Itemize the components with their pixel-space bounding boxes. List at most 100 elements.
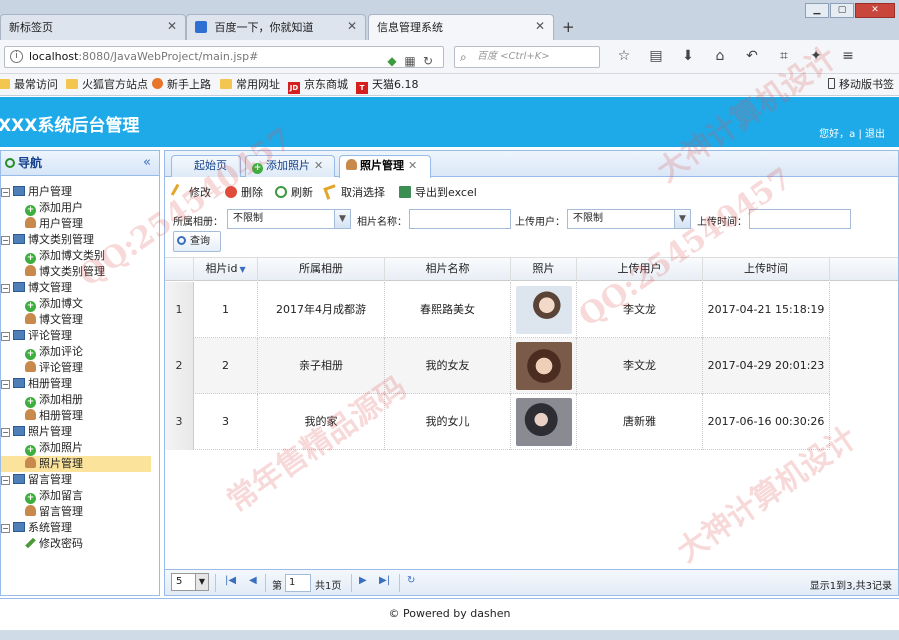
nav-group[interactable]: − 相册管理: [1, 376, 72, 392]
nav-item[interactable]: 留言管理: [23, 504, 89, 520]
bookmark-mobile[interactable]: 移动版书签: [828, 74, 894, 95]
edit-button[interactable]: 修改: [170, 183, 211, 202]
collapse-minus-icon[interactable]: −: [1, 284, 10, 293]
nav-item[interactable]: + 添加照片: [23, 440, 89, 456]
collapse-minus-icon[interactable]: −: [1, 476, 10, 485]
column-header-upload-time[interactable]: 上传时间: [703, 258, 830, 281]
collapse-minus-icon[interactable]: −: [1, 188, 10, 197]
nav-item[interactable]: + 添加相册: [23, 392, 89, 408]
nav-group[interactable]: − 博文类别管理: [1, 232, 94, 248]
close-icon[interactable]: ✕: [347, 19, 357, 33]
tab-start-page[interactable]: 起始页: [171, 155, 241, 177]
photo-thumbnail[interactable]: [516, 398, 572, 446]
export-excel-button[interactable]: 导出到excel: [399, 184, 477, 202]
tab-add-photo[interactable]: + 添加照片 ✕: [245, 155, 335, 177]
first-page-icon[interactable]: |◀: [225, 575, 236, 586]
uploader-select[interactable]: 不限制 ▼: [567, 209, 691, 229]
nav-group[interactable]: − 评论管理: [1, 328, 72, 344]
collapse-minus-icon[interactable]: −: [1, 428, 10, 437]
reload-icon[interactable]: ↻: [419, 51, 437, 71]
crop-icon[interactable]: ⌗: [768, 48, 800, 64]
nav-item[interactable]: + 添加留言: [23, 488, 89, 504]
home-icon[interactable]: ⌂: [704, 48, 736, 64]
star-icon[interactable]: ☆: [608, 48, 640, 64]
nav-item[interactable]: 博文类别管理: [23, 264, 111, 280]
column-header-photo[interactable]: 照片: [511, 258, 577, 281]
query-button[interactable]: 查询: [173, 231, 221, 252]
nav-group[interactable]: − 系统管理: [1, 520, 72, 536]
collapse-minus-icon[interactable]: −: [1, 332, 10, 341]
refresh-button[interactable]: 刷新: [275, 184, 313, 202]
column-header-album[interactable]: 所属相册: [258, 258, 385, 281]
tab-photo-manage[interactable]: 照片管理 ✕: [339, 155, 431, 178]
column-header-uploader[interactable]: 上传用户: [577, 258, 703, 281]
next-page-icon[interactable]: ▶: [359, 575, 367, 586]
extension-icon[interactable]: ✦: [800, 48, 832, 64]
cancel-select-button[interactable]: 取消选择: [323, 184, 385, 202]
nav-item[interactable]: 用户管理: [23, 216, 89, 232]
undo-icon[interactable]: ↶: [736, 48, 768, 64]
bookmark-common-sites[interactable]: 常用网址: [220, 74, 280, 95]
upload-time-input[interactable]: [749, 209, 851, 229]
chevron-down-icon[interactable]: ▼: [334, 210, 350, 228]
chevron-down-icon[interactable]: ▼: [195, 574, 208, 590]
nav-item[interactable]: + 添加博文类别: [23, 248, 111, 264]
bookmark-tmall[interactable]: T 天猫6.18: [356, 74, 419, 95]
bookmark-getting-started[interactable]: 新手上路: [152, 74, 211, 95]
close-icon[interactable]: ✕: [535, 19, 545, 33]
qr-code-icon[interactable]: ▦: [401, 51, 419, 71]
close-icon[interactable]: ✕: [314, 159, 323, 172]
nav-group[interactable]: − 博文管理: [1, 280, 72, 296]
search-input[interactable]: ⌕ 百度 <Ctrl+K>: [454, 46, 600, 68]
close-icon[interactable]: ✕: [408, 159, 417, 172]
table-row[interactable]: 1 1 2017年4月成都游 春熙路美女 李文龙 2017-04-21 15:18:19: [165, 282, 830, 338]
reload-icon[interactable]: ↻: [407, 575, 415, 586]
delete-button[interactable]: 删除: [225, 184, 263, 202]
nav-item[interactable]: + 添加用户: [23, 200, 89, 216]
chevron-down-icon[interactable]: ▼: [674, 210, 690, 228]
collapse-minus-icon[interactable]: −: [1, 524, 10, 533]
page-size-select[interactable]: 5 ▼: [171, 573, 209, 591]
nav-item[interactable]: + 添加评论: [23, 344, 89, 360]
photo-thumbnail[interactable]: [516, 286, 572, 334]
url-bar[interactable]: i localhost:8080/JavaWebProject/main.jsp…: [4, 46, 444, 68]
nav-group[interactable]: − 用户管理: [1, 184, 72, 200]
new-tab-plus-icon[interactable]: +: [562, 18, 575, 36]
download-icon[interactable]: ⬇: [672, 48, 704, 64]
column-header-name[interactable]: 相片名称: [385, 258, 511, 281]
nav-group[interactable]: − 留言管理: [1, 472, 72, 488]
album-select[interactable]: 不限制 ▼: [227, 209, 351, 229]
close-icon[interactable]: ✕: [167, 19, 177, 33]
bookmark-firefox-site[interactable]: 火狐官方站点: [66, 74, 148, 95]
nav-item[interactable]: + 添加博文: [23, 296, 89, 312]
last-page-icon[interactable]: ▶|: [379, 575, 390, 586]
column-header-id[interactable]: 相片id ▼: [194, 258, 258, 281]
table-row[interactable]: 3 3 我的家 我的女儿 唐新雅 2017-06-16 00:30:26: [165, 394, 830, 450]
shield-icon[interactable]: ◆: [383, 51, 401, 71]
photo-name-input[interactable]: [409, 209, 511, 229]
nav-item[interactable]: 评论管理: [23, 360, 89, 376]
nav-item[interactable]: 修改密码: [23, 536, 89, 552]
info-icon[interactable]: i: [10, 50, 23, 63]
nav-group[interactable]: − 照片管理: [1, 424, 72, 440]
maximize-icon[interactable]: ▢: [830, 3, 854, 18]
collapse-icon[interactable]: «: [143, 151, 151, 175]
prev-page-icon[interactable]: ◀: [249, 575, 257, 586]
browser-tab-newtab[interactable]: 新标签页 ✕: [0, 14, 186, 40]
bookmark-jd[interactable]: JD 京东商城: [288, 74, 348, 95]
reader-icon[interactable]: ▤: [640, 48, 672, 64]
photo-thumbnail[interactable]: [516, 342, 572, 390]
logout-link[interactable]: 退出: [865, 129, 885, 140]
collapse-minus-icon[interactable]: −: [1, 380, 10, 389]
table-row[interactable]: 2 2 亲子相册 我的女友 李文龙 2017-04-29 20:01:23: [165, 338, 830, 394]
nav-item[interactable]: 照片管理: [1, 456, 151, 472]
collapse-minus-icon[interactable]: −: [1, 236, 10, 245]
browser-tab-baidu[interactable]: 百度一下，你就知道 ✕: [186, 14, 366, 40]
nav-item[interactable]: 博文管理: [23, 312, 89, 328]
bookmark-most-visited[interactable]: 最常访问: [0, 74, 58, 95]
minimize-icon[interactable]: ▁: [805, 3, 829, 18]
browser-tab-info-system[interactable]: 信息管理系统 ✕: [368, 14, 554, 40]
menu-icon[interactable]: ≡: [832, 48, 864, 64]
page-number-input[interactable]: 1: [285, 574, 311, 592]
window-close-icon[interactable]: ✕: [855, 3, 895, 18]
